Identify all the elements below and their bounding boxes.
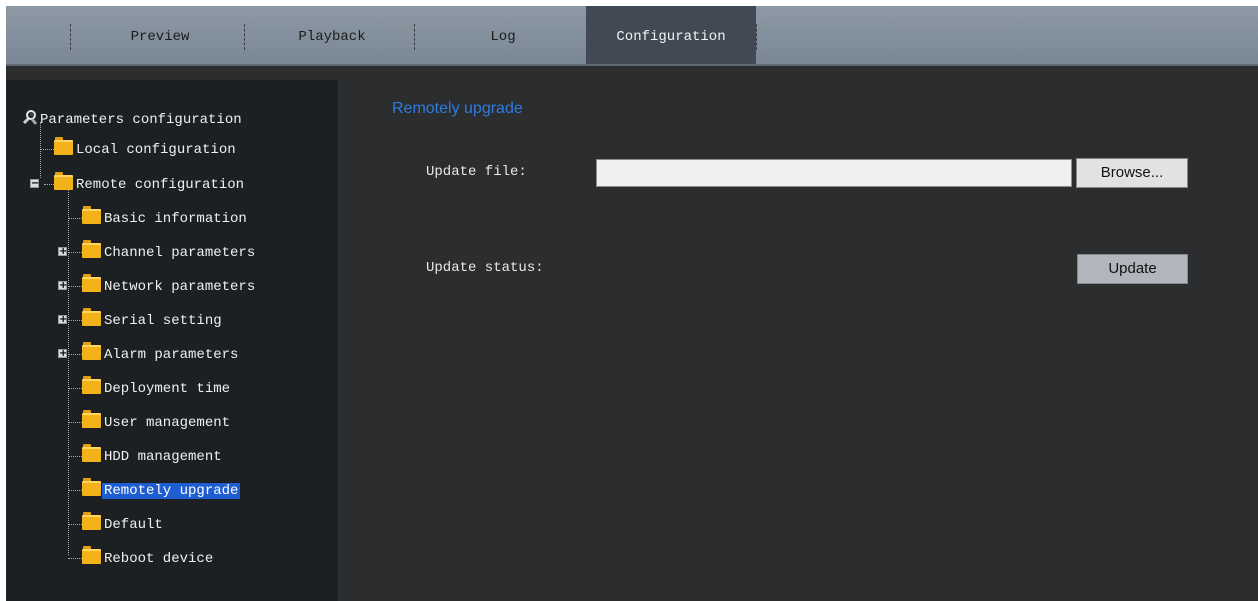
tree-item-label: Channel parameters [104,245,256,261]
tree-item-label: Alarm parameters [104,347,239,363]
tree-item-label: Remotely upgrade [102,483,241,499]
folder-icon [82,444,101,462]
folder-icon [54,137,73,155]
expand-icon[interactable]: + [58,349,67,359]
expand-icon[interactable]: + [58,247,67,257]
update-status-label: Update status: [426,260,544,276]
main-panel: Remotely upgrade Update file: Browse... … [338,80,1258,601]
tree-item-network-parameters[interactable]: Network parameters [82,274,256,299]
tab-separator [244,24,245,50]
tree-connector [68,558,82,559]
tree-connector [68,354,82,355]
tree-connector [68,422,82,423]
tree-connector [40,149,54,150]
tree-item-label: Basic information [104,211,247,227]
tab-bar: Preview Playback Log Configuration [6,6,1258,66]
tree-item-label: HDD management [104,449,222,465]
folder-icon [82,478,101,496]
tree-connector [68,456,82,457]
tools-icon [22,110,38,125]
tree-item-alarm-parameters[interactable]: Alarm parameters [82,342,239,367]
folder-icon [82,240,101,258]
update-file-input[interactable] [596,159,1072,187]
collapse-icon[interactable]: − [30,179,39,189]
config-tree: Parameters configuration Local configura… [6,80,338,601]
tree-connector [68,524,82,525]
tree-item-label: Local configuration [76,142,236,158]
tab-separator [756,24,757,50]
tree-item-local-configuration[interactable]: Local configuration [54,137,236,162]
tree-connector [44,184,54,185]
tab-configuration[interactable]: Configuration [586,6,756,64]
folder-icon [54,172,73,190]
folder-icon [82,308,101,326]
folder-icon [82,546,101,564]
tree-connector [68,320,82,321]
folder-icon [82,410,101,428]
tree-root-label: Parameters configuration [40,112,242,128]
tree-item-label: User management [104,415,231,431]
tree-item-label: Deployment time [104,381,231,397]
update-file-label: Update file: [426,164,527,180]
tree-connector [68,190,69,555]
tree-item-deployment-time[interactable]: Deployment time [82,376,231,401]
tree-item-channel-parameters[interactable]: Channel parameters [82,240,256,265]
tree-item-basic-information[interactable]: Basic information [82,206,247,231]
update-button[interactable]: Update [1077,254,1188,284]
tree-root[interactable]: Parameters configuration [22,108,242,132]
tree-item-hdd-management[interactable]: HDD management [82,444,222,469]
tree-item-user-management[interactable]: User management [82,410,231,435]
tree-item-label: Network parameters [104,279,256,295]
folder-icon [82,342,101,360]
section-title: Remotely upgrade [392,100,523,117]
tree-connector [68,286,82,287]
folder-icon [82,206,101,224]
tab-log[interactable]: Log [420,6,586,64]
tab-separator [414,24,415,50]
tab-playback[interactable]: Playback [250,6,414,64]
expand-icon[interactable]: + [58,281,67,291]
tree-item-label: Default [104,517,163,533]
expand-icon[interactable]: + [58,315,67,325]
folder-icon [82,274,101,292]
tree-item-serial-setting[interactable]: Serial setting [82,308,222,333]
tree-item-label: Remote configuration [76,177,245,193]
folder-icon [82,512,101,530]
tree-connector [68,252,82,253]
tab-separator [70,24,71,50]
tree-item-label: Serial setting [104,313,222,329]
tree-connector [68,490,82,491]
app-window: Preview Playback Log Configuration Param… [6,6,1258,601]
tree-item-remote-configuration[interactable]: Remote configuration [54,172,245,197]
tree-connector [68,388,82,389]
tree-item-default[interactable]: Default [82,512,163,537]
tree-item-reboot-device[interactable]: Reboot device [82,546,214,571]
tree-item-remotely-upgrade[interactable]: Remotely upgrade [82,478,241,503]
folder-icon [82,376,101,394]
tree-item-label: Reboot device [104,551,214,567]
tree-connector [68,218,82,219]
tab-preview[interactable]: Preview [76,6,244,64]
browse-button[interactable]: Browse... [1076,158,1188,188]
